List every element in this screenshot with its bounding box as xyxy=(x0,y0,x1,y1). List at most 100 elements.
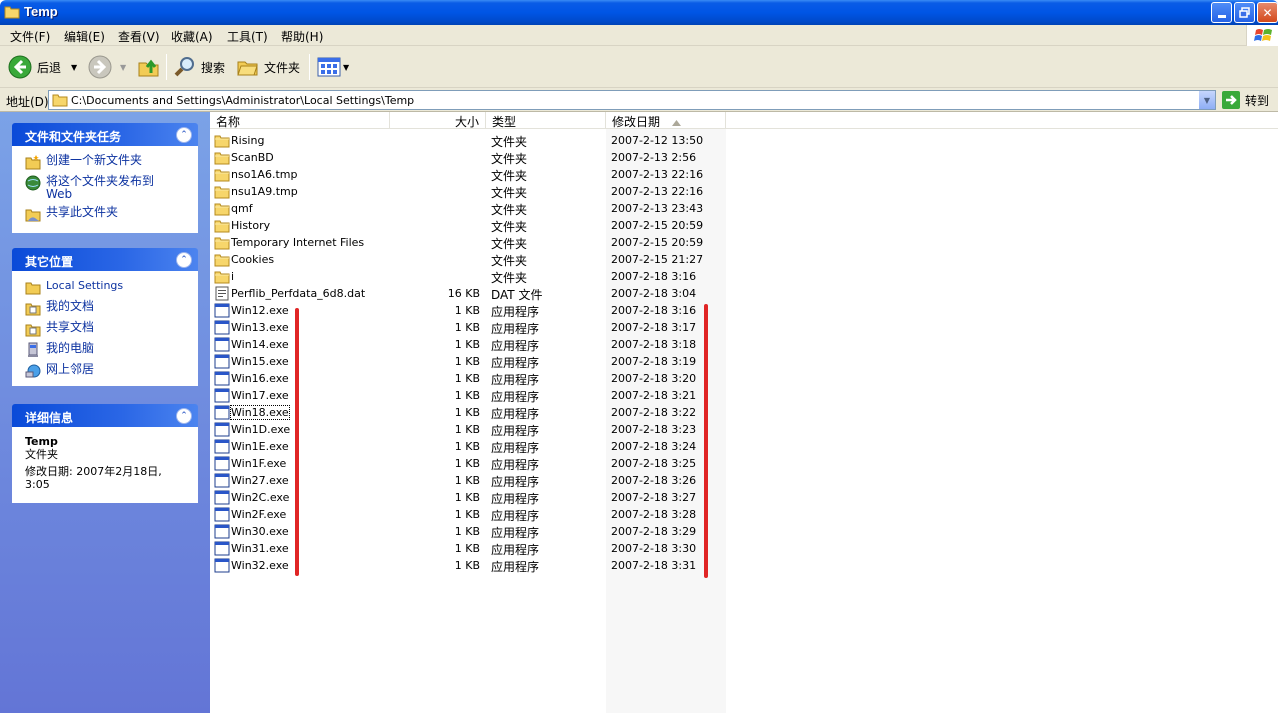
file-type: 应用程序 xyxy=(491,475,540,489)
folders-button[interactable]: 文件夹 xyxy=(236,55,300,79)
menu-tools[interactable]: 工具(T) xyxy=(227,28,268,45)
file-row[interactable]: i 文件夹 2007-2-18 3:16 xyxy=(210,268,1278,285)
address-input[interactable]: C:\Documents and Settings\Administrator\… xyxy=(48,90,1216,110)
file-size: 1 KB xyxy=(454,355,480,368)
menu-help[interactable]: 帮助(H) xyxy=(281,28,323,45)
collapse-icon[interactable]: ⌃ xyxy=(176,252,192,268)
address-dropdown-button[interactable]: ▼ xyxy=(1198,91,1215,109)
file-row[interactable]: History 文件夹 2007-2-15 20:59 xyxy=(210,217,1278,234)
toolbar-separator xyxy=(166,54,167,80)
menu-edit[interactable]: 编辑(E) xyxy=(64,28,105,45)
file-row[interactable]: Win32.exe 1 KB 应用程序 2007-2-18 3:31 xyxy=(210,557,1278,574)
forward-button[interactable]: ▼ xyxy=(88,55,126,79)
menu-view[interactable]: 查看(V) xyxy=(118,28,160,45)
file-row[interactable]: Win2C.exe 1 KB 应用程序 2007-2-18 3:27 xyxy=(210,489,1278,506)
place-my-computer[interactable]: 我的电脑 xyxy=(25,342,189,358)
file-row[interactable]: nsu1A9.tmp 文件夹 2007-2-13 22:16 xyxy=(210,183,1278,200)
file-row[interactable]: Cookies 文件夹 2007-2-15 21:27 xyxy=(210,251,1278,268)
file-row[interactable]: Win1D.exe 1 KB 应用程序 2007-2-18 3:23 xyxy=(210,421,1278,438)
menu-favorites[interactable]: 收藏(A) xyxy=(171,28,213,45)
file-row[interactable]: Win13.exe 1 KB 应用程序 2007-2-18 3:17 xyxy=(210,319,1278,336)
views-button[interactable]: ▼ xyxy=(317,55,349,79)
file-type: 文件夹 xyxy=(491,254,528,268)
file-type: 文件夹 xyxy=(491,203,528,217)
place-shared-documents[interactable]: 共享文档 xyxy=(25,321,189,337)
back-dropdown-icon[interactable]: ▼ xyxy=(71,63,77,72)
file-type: 应用程序 xyxy=(491,407,540,421)
file-row[interactable]: qmf 文件夹 2007-2-13 23:43 xyxy=(210,200,1278,217)
application-icon xyxy=(214,303,230,318)
menu-file[interactable]: 文件(F) xyxy=(10,28,50,45)
panel-header[interactable]: 详细信息 ⌃ xyxy=(12,404,198,427)
column-header-type[interactable]: 类型 xyxy=(486,112,606,129)
file-row[interactable]: Perflib_Perfdata_6d8.dat 16 KB DAT 文件 2007-… xyxy=(210,285,1278,302)
file-name: Win18.exe xyxy=(230,405,290,420)
place-my-documents[interactable]: 我的文档 xyxy=(25,300,189,316)
back-arrow-icon xyxy=(8,55,32,79)
file-name: Win32.exe xyxy=(231,559,289,572)
file-size: 1 KB xyxy=(454,440,480,453)
file-size: 1 KB xyxy=(454,321,480,334)
file-row[interactable]: Win31.exe 1 KB 应用程序 2007-2-18 3:30 xyxy=(210,540,1278,557)
minimize-button[interactable] xyxy=(1211,2,1232,23)
place-network[interactable]: 网上邻居 xyxy=(25,363,189,379)
back-button[interactable]: 后退 ▼ xyxy=(8,55,77,79)
file-date: 2007-2-18 3:16 xyxy=(611,270,697,283)
file-row[interactable]: Win18.exe 1 KB 应用程序 2007-2-18 3:22 xyxy=(210,404,1278,421)
panel-body: Temp 文件夹 修改日期: 2007年2月18日, 3:05 xyxy=(12,427,198,503)
file-row[interactable]: Win12.exe 1 KB 应用程序 2007-2-18 3:16 xyxy=(210,302,1278,319)
file-row[interactable]: Temporary Internet Files 文件夹 2007-2-15 20:… xyxy=(210,234,1278,251)
file-row[interactable]: Win14.exe 1 KB 应用程序 2007-2-18 3:18 xyxy=(210,336,1278,353)
column-header-name[interactable]: 名称 xyxy=(210,112,390,129)
folder-icon xyxy=(214,220,230,233)
file-date: 2007-2-12 13:50 xyxy=(611,134,704,147)
search-button[interactable]: 搜索 xyxy=(173,55,225,79)
panel-header[interactable]: 其它位置 ⌃ xyxy=(12,248,198,271)
search-icon xyxy=(174,57,194,77)
column-header-size[interactable]: 大小 xyxy=(390,112,486,129)
place-local-settings[interactable]: Local Settings xyxy=(25,279,189,295)
application-icon xyxy=(214,422,230,437)
file-row[interactable]: Win30.exe 1 KB 应用程序 2007-2-18 3:29 xyxy=(210,523,1278,540)
file-list-view[interactable]: 名称 大小 类型 修改日期 Rising 文件夹 2007-2-12 13:50 Sc… xyxy=(210,112,1278,713)
task-share-folder[interactable]: 共享此文件夹 xyxy=(25,206,189,222)
file-row[interactable]: Win1E.exe 1 KB 应用程序 2007-2-18 3:24 xyxy=(210,438,1278,455)
file-row[interactable]: Win15.exe 1 KB 应用程序 2007-2-18 3:19 xyxy=(210,353,1278,370)
file-row[interactable]: ScanBD 文件夹 2007-2-13 2:56 xyxy=(210,149,1278,166)
column-header-date[interactable]: 修改日期 xyxy=(606,112,726,129)
views-dropdown-icon[interactable]: ▼ xyxy=(343,63,349,72)
panel-header[interactable]: 文件和文件夹任务 ⌃ xyxy=(12,123,198,146)
file-row[interactable]: Win1F.exe 1 KB 应用程序 2007-2-18 3:25 xyxy=(210,455,1278,472)
file-row[interactable]: nso1A6.tmp 文件夹 2007-2-13 22:16 xyxy=(210,166,1278,183)
file-row[interactable]: Win17.exe 1 KB 应用程序 2007-2-18 3:21 xyxy=(210,387,1278,404)
file-row[interactable]: Rising 文件夹 2007-2-12 13:50 xyxy=(210,132,1278,149)
task-new-folder[interactable]: 创建一个新文件夹 xyxy=(25,154,189,170)
file-name: Win1E.exe xyxy=(231,440,289,453)
file-type: 文件夹 xyxy=(491,271,528,285)
file-row[interactable]: Win2F.exe 1 KB 应用程序 2007-2-18 3:28 xyxy=(210,506,1278,523)
title-bar[interactable]: Temp ✕ xyxy=(0,0,1278,25)
collapse-icon[interactable]: ⌃ xyxy=(176,127,192,143)
collapse-icon[interactable]: ⌃ xyxy=(176,408,192,424)
file-size: 1 KB xyxy=(454,525,480,538)
file-type: 文件夹 xyxy=(491,135,528,149)
menu-bar: 文件(F) 编辑(E) 查看(V) 收藏(A) 工具(T) 帮助(H) xyxy=(0,25,1278,46)
file-date: 2007-2-18 3:04 xyxy=(611,287,697,300)
file-name: Win30.exe xyxy=(231,525,289,538)
forward-dropdown-icon[interactable]: ▼ xyxy=(120,63,126,72)
file-date: 2007-2-18 3:26 xyxy=(611,474,697,487)
go-button[interactable]: 转到 xyxy=(1222,91,1269,109)
file-date: 2007-2-18 3:29 xyxy=(611,525,697,538)
up-folder-button[interactable] xyxy=(137,55,161,79)
restore-button[interactable] xyxy=(1234,2,1255,23)
file-date: 2007-2-18 3:27 xyxy=(611,491,697,504)
file-name: Rising xyxy=(231,134,265,147)
close-button[interactable]: ✕ xyxy=(1257,2,1278,23)
file-size: 1 KB xyxy=(454,423,480,436)
file-size: 16 KB xyxy=(447,287,480,300)
file-row[interactable]: Win16.exe 1 KB 应用程序 2007-2-18 3:20 xyxy=(210,370,1278,387)
file-size: 1 KB xyxy=(454,491,480,504)
task-publish-web[interactable]: 将这个文件夹发布到 Web xyxy=(25,175,189,201)
folder-icon xyxy=(214,203,230,216)
file-row[interactable]: Win27.exe 1 KB 应用程序 2007-2-18 3:26 xyxy=(210,472,1278,489)
